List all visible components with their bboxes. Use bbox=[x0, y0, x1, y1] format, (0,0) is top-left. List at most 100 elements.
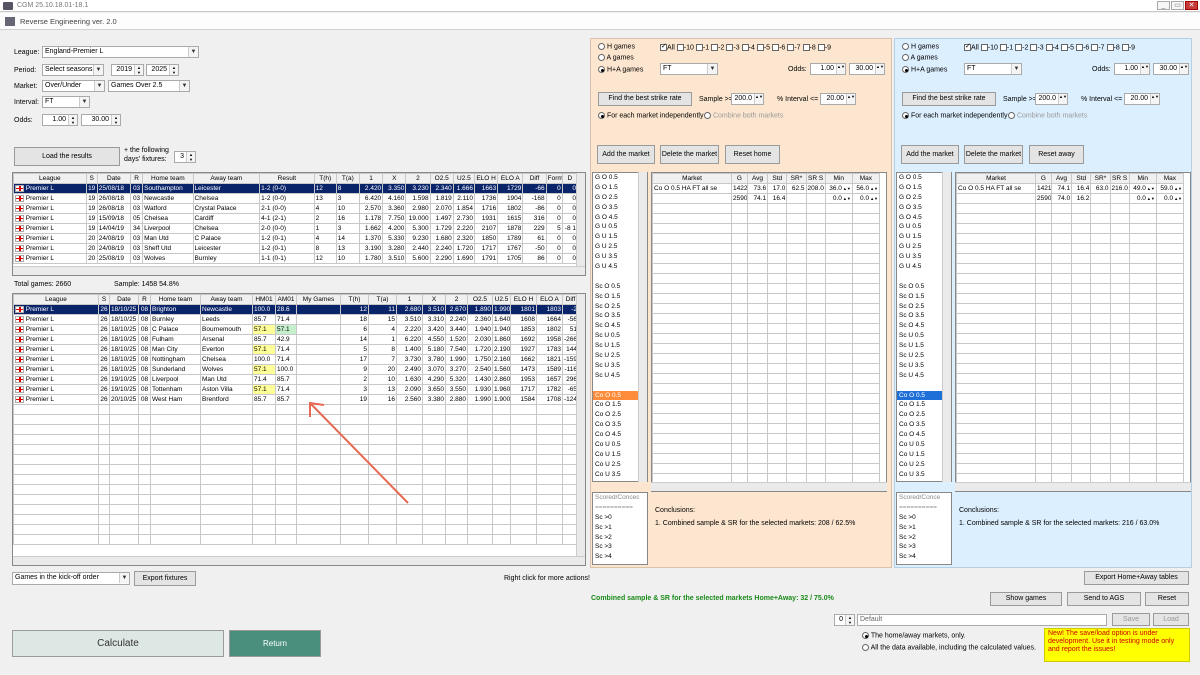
history-grid[interactable]: League S Date R Home team Away team Result T(h)… bbox=[12, 172, 586, 276]
checkbox-icon[interactable] bbox=[1091, 44, 1099, 51]
scored-list-item[interactable]: Sc >1 bbox=[593, 523, 647, 533]
checkbox-icon[interactable] bbox=[980, 44, 988, 51]
spin-arrows-icon[interactable]: ▲▼ bbox=[169, 65, 178, 75]
find-strike-rate-button[interactable]: Find the best strike rate bbox=[598, 92, 692, 106]
scored-list-item[interactable]: Sc >3 bbox=[593, 542, 647, 552]
history-row[interactable]: Premier L 20 25/08/19 03 Wolves Burnley 1-1 (0… bbox=[13, 253, 579, 264]
history-col-header[interactable]: 1 bbox=[358, 173, 384, 184]
checkbox-icon[interactable] bbox=[772, 44, 780, 51]
history-col-header[interactable]: Diff bbox=[522, 173, 547, 184]
checkbox-icon[interactable] bbox=[1060, 44, 1068, 51]
spin-arrows-icon[interactable]: ▲▼ bbox=[1174, 186, 1182, 191]
fixture-col-header[interactable]: S bbox=[98, 294, 110, 305]
history-col-header[interactable]: ELO A bbox=[497, 173, 524, 184]
checkbox-delta[interactable]: -10 bbox=[980, 44, 998, 51]
interval-select[interactable]: FT ▼ bbox=[660, 63, 718, 75]
reset-market-button[interactable]: Reset away bbox=[1029, 145, 1084, 164]
checkbox-icon[interactable] bbox=[1015, 44, 1023, 51]
radio-combine[interactable]: Combine both markets bbox=[704, 112, 783, 119]
market-stats-col-header[interactable]: SR* bbox=[1090, 173, 1111, 184]
fixture-col-header[interactable]: O2.5 bbox=[467, 294, 493, 305]
history-col-header[interactable]: Form bbox=[545, 173, 563, 184]
spin-arrows-icon[interactable]: ▲▼ bbox=[134, 65, 143, 75]
checkbox-delta[interactable]: -9 bbox=[817, 44, 831, 51]
scored-list-item[interactable]: Sc >1 bbox=[897, 523, 951, 533]
checkbox-delta[interactable]: -2 bbox=[1015, 44, 1028, 51]
scored-list-item[interactable]: Scored/Conce bbox=[897, 493, 951, 503]
radio-icon[interactable] bbox=[902, 54, 909, 61]
radio-icon[interactable] bbox=[862, 632, 869, 639]
market-stats-grid[interactable]: Market G Avg Std SR* SR S Min Max Co O 0.5 HA FT… bbox=[651, 172, 887, 492]
fixture-col-header[interactable]: ELO H bbox=[510, 294, 537, 305]
spin-arrows-icon[interactable]: ▲▼ bbox=[870, 196, 878, 201]
radio-icon[interactable] bbox=[902, 43, 909, 50]
sample-min-spinner[interactable]: 200.0 ▲▼ bbox=[1035, 93, 1068, 105]
fixture-col-header[interactable]: T(h) bbox=[340, 294, 369, 305]
radio-ha_games[interactable]: H+A games bbox=[902, 66, 947, 73]
pct-interval-spinner[interactable]: 20.00 ▲▼ bbox=[820, 93, 856, 105]
radio-each-market[interactable]: For each market independently bbox=[598, 112, 703, 119]
scored-list-item[interactable]: Sc >2 bbox=[593, 533, 647, 543]
checkbox-delta[interactable]: -2 bbox=[711, 44, 724, 51]
market-stats-hscroll[interactable] bbox=[651, 482, 887, 491]
odds-min-spinner[interactable]: 1.00▲▼ bbox=[42, 114, 78, 126]
market-sub-select[interactable]: Games Over 2.5 ▼ bbox=[108, 80, 190, 92]
checkbox-delta[interactable]: -6 bbox=[1076, 44, 1089, 51]
market-select[interactable]: Over/Under ▼ bbox=[42, 80, 105, 92]
period-select[interactable]: Select seasons ▼ bbox=[42, 64, 104, 76]
fixture-row[interactable]: Premier L 26 18/10/25 08 Sunderland Wolves 57.… bbox=[13, 364, 579, 375]
market-stats-col-header[interactable]: Avg bbox=[746, 173, 769, 184]
history-hscroll[interactable] bbox=[13, 266, 585, 275]
reset-all-button[interactable]: Reset bbox=[1145, 592, 1189, 606]
radio-icon[interactable] bbox=[902, 112, 909, 119]
history-col-header[interactable]: O2.5 bbox=[429, 173, 454, 184]
market-stats-cell[interactable]: 0.0▲▼ bbox=[1155, 193, 1185, 204]
checkbox-delta[interactable]: -5 bbox=[756, 44, 770, 51]
spin-arrows-icon[interactable]: ▲▼ bbox=[846, 94, 855, 104]
fixture-row[interactable]: Premier L 26 20/10/25 08 West Ham Brentford 85… bbox=[13, 394, 579, 405]
delete-market-button[interactable]: Delete the market bbox=[660, 145, 719, 164]
market-stats-col-header[interactable]: Min bbox=[1128, 173, 1157, 184]
fixture-col-header[interactable]: U2.5 bbox=[492, 294, 511, 305]
fixture-col-header[interactable]: R bbox=[138, 294, 151, 305]
spin-arrows-icon[interactable]: ▲▼ bbox=[754, 94, 763, 104]
odds-min-spinner[interactable]: 1.00▲▼ bbox=[1114, 63, 1150, 75]
fixture-row[interactable]: Premier L 26 18/10/25 08 Man City Everton 57.1… bbox=[13, 344, 579, 355]
history-col-header[interactable]: R bbox=[130, 173, 144, 184]
scored-list-item[interactable]: Sc >4 bbox=[897, 552, 951, 562]
checkbox-icon[interactable] bbox=[676, 44, 684, 51]
market-stats-cell[interactable]: 0.0▲▼ bbox=[824, 193, 853, 204]
radio-h_games[interactable]: H games bbox=[902, 43, 939, 50]
scored-list-item[interactable]: Sc >3 bbox=[897, 542, 951, 552]
fixture-col-header[interactable]: X bbox=[422, 294, 446, 305]
calculate-button[interactable]: Calculate bbox=[12, 630, 224, 657]
history-col-header[interactable]: T(a) bbox=[335, 173, 360, 184]
export-fixtures-button[interactable]: Export fixtures bbox=[134, 571, 196, 586]
market-stats-cell[interactable]: 59.0▲▼ bbox=[1155, 183, 1185, 194]
checkbox-delta[interactable]: -1 bbox=[999, 44, 1013, 51]
market-list-vscroll[interactable] bbox=[638, 172, 647, 482]
spin-arrows-icon[interactable]: ▲▼ bbox=[1174, 196, 1182, 201]
load-results-button[interactable]: Load the results bbox=[14, 147, 120, 166]
spin-arrows-icon[interactable]: ▲▼ bbox=[843, 186, 851, 191]
checkbox-all[interactable]: All bbox=[964, 42, 979, 51]
checkbox-icon[interactable] bbox=[695, 44, 703, 51]
market-stats-col-header[interactable]: SR* bbox=[786, 173, 807, 184]
history-row[interactable]: Premier L 19 26/08/18 03 Newcastle Chelsea 1-2… bbox=[13, 193, 579, 204]
checkbox-delta[interactable]: -4 bbox=[741, 44, 755, 51]
fixture-col-header[interactable]: AM01 bbox=[275, 294, 297, 305]
checkbox-icon[interactable] bbox=[741, 44, 749, 51]
history-row[interactable]: Premier L 19 14/04/19 34 Liverpool Chelsea 2-0… bbox=[13, 223, 579, 234]
scored-list-item[interactable]: Scored/Concec bbox=[593, 493, 647, 503]
show-games-button[interactable]: Show games bbox=[990, 592, 1062, 606]
checkbox-delta[interactable]: -6 bbox=[772, 44, 785, 51]
market-stats-col-header[interactable]: SR S bbox=[1109, 173, 1130, 184]
market-stats-row[interactable]: 2590 74.1 16.4 0.0▲▼ 0.0▲▼ bbox=[652, 193, 881, 204]
market-stats-col-header[interactable]: Max bbox=[1155, 173, 1185, 184]
close-icon[interactable]: ✕ bbox=[1185, 1, 1198, 10]
following-days-spinner[interactable]: 3 ▲ ▼ bbox=[174, 151, 196, 163]
fixture-row[interactable]: Premier L 26 18/10/25 08 C Palace Bournemouth… bbox=[13, 324, 579, 335]
fixtures-grid[interactable]: League S Date R Home team Away team HM01 AM01 My… bbox=[12, 293, 586, 566]
history-vscroll[interactable] bbox=[576, 173, 585, 267]
scored-list[interactable]: Scored/Conce ========== Sc >0 Sc >1 Sc >2 Sc … bbox=[896, 492, 952, 565]
